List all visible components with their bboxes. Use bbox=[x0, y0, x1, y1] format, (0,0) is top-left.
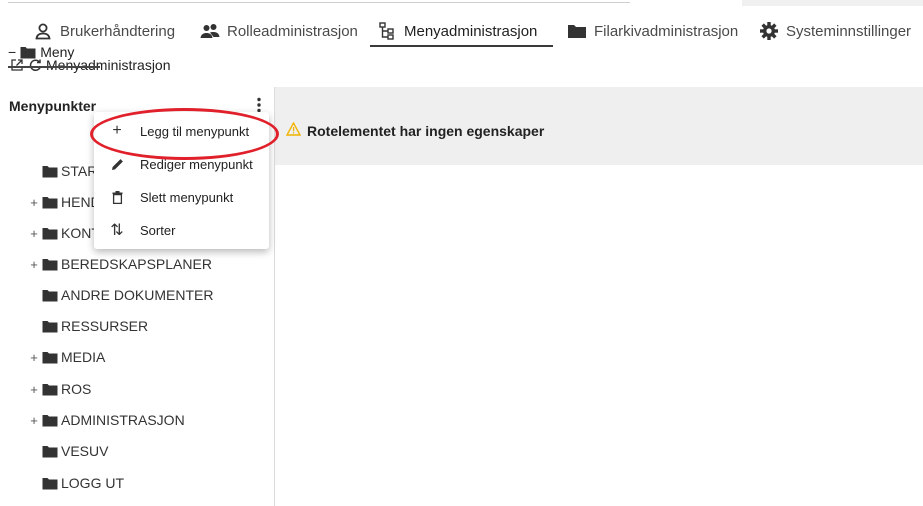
tree-item-label: MEDIA bbox=[61, 349, 106, 365]
top-right-bar bbox=[742, 0, 923, 6]
tree-item-label: ROS bbox=[61, 381, 92, 397]
users-icon bbox=[200, 21, 220, 41]
tab-menyadministrasjon[interactable]: Menyadministrasjon bbox=[377, 18, 537, 44]
menu-item-delete[interactable]: Slett menypunkt bbox=[94, 181, 269, 213]
tree-item[interactable]: VESUV bbox=[29, 440, 108, 462]
collapse-toggle[interactable]: − bbox=[8, 44, 16, 60]
tab-systeminnstillinger[interactable]: Systeminnstillinger bbox=[759, 18, 911, 44]
trash-icon bbox=[108, 190, 126, 204]
folder-icon bbox=[42, 476, 58, 490]
tree-item-label: RESSURSER bbox=[61, 318, 149, 334]
tree-icon bbox=[377, 21, 397, 41]
tree-root-label: Meny bbox=[40, 44, 75, 60]
menu-item-label: Slett menypunkt bbox=[140, 189, 234, 205]
tree-item[interactable]: ANDRE DOKUMENTER bbox=[29, 284, 213, 306]
sort-icon: ⇅ bbox=[110, 222, 124, 239]
folder-icon bbox=[42, 319, 58, 333]
folder-icon bbox=[20, 45, 36, 59]
tab-label: Brukerhåndtering bbox=[60, 22, 176, 40]
tab-label: Rolleadministrasjon bbox=[227, 22, 358, 40]
tree-item-label: LOGG UT bbox=[61, 475, 125, 491]
tab-filarkivadministrasjon[interactable]: Filarkivadministrasjon bbox=[567, 18, 738, 44]
tree-item-label: BEREDSKAPSPLANER bbox=[61, 256, 212, 272]
folder-icon bbox=[42, 350, 58, 364]
folder-icon bbox=[42, 195, 58, 209]
tree-item[interactable]: + BEREDSKAPSPLANER bbox=[29, 253, 212, 275]
tree-item-label: ANDRE DOKUMENTER bbox=[61, 287, 214, 303]
folder-icon bbox=[42, 257, 58, 271]
gear-icon bbox=[759, 21, 779, 41]
plus-icon: + bbox=[112, 122, 122, 139]
folder-icon bbox=[42, 226, 58, 240]
tab-label: Menyadministrasjon bbox=[404, 22, 538, 40]
expand-toggle[interactable]: + bbox=[29, 413, 39, 428]
context-menu: + Legg til menypunkt Rediger menypunkt S… bbox=[94, 112, 269, 249]
main-tabs: Brukerhåndtering Rolleadministrasjon Men… bbox=[0, 18, 923, 47]
properties-message-text: Rotelementet har ingen egenskaper bbox=[307, 122, 545, 139]
folder-icon bbox=[42, 444, 58, 458]
properties-message: Rotelementet har ingen egenskaper bbox=[285, 121, 545, 139]
top-divider bbox=[8, 2, 630, 3]
active-tab-indicator bbox=[370, 45, 553, 47]
expand-toggle[interactable]: + bbox=[29, 382, 39, 397]
tab-label: Filarkivadministrasjon bbox=[594, 22, 739, 40]
expand-toggle[interactable]: + bbox=[29, 350, 39, 365]
menu-item-sort[interactable]: ⇅ Sorter bbox=[94, 214, 269, 246]
tree-root-selected-indicator bbox=[8, 66, 100, 68]
menu-tree-title: Menypunkter bbox=[9, 98, 97, 114]
folder-icon bbox=[42, 288, 58, 302]
tree-item[interactable]: + ROS bbox=[29, 378, 91, 400]
menu-item-add[interactable]: + Legg til menypunkt bbox=[94, 115, 269, 147]
expand-toggle[interactable]: + bbox=[29, 195, 39, 210]
menu-item-label: Legg til menypunkt bbox=[140, 123, 250, 139]
folder-icon bbox=[42, 413, 58, 427]
folder-icon bbox=[42, 164, 58, 178]
tree-item-label: ADMINISTRASJON bbox=[61, 412, 185, 428]
tree-item[interactable]: LOGG UT bbox=[29, 472, 124, 494]
warning-icon bbox=[285, 121, 302, 139]
folder-icon bbox=[567, 21, 587, 41]
tab-label: Systeminnstillinger bbox=[786, 22, 912, 40]
expand-toggle[interactable]: + bbox=[29, 257, 39, 272]
tab-rolleadministrasjon[interactable]: Rolleadministrasjon bbox=[200, 18, 358, 44]
user-icon bbox=[33, 21, 53, 41]
menu-item-edit[interactable]: Rediger menypunkt bbox=[94, 148, 269, 180]
tree-item-label: VESUV bbox=[61, 443, 109, 459]
pencil-icon bbox=[108, 158, 126, 171]
tree-root[interactable]: − Meny bbox=[8, 40, 74, 64]
menu-item-label: Rediger menypunkt bbox=[140, 156, 253, 172]
tree-item[interactable]: + MEDIA bbox=[29, 346, 105, 368]
tree-item[interactable]: + ADMINISTRASJON bbox=[29, 409, 185, 431]
expand-toggle[interactable]: + bbox=[29, 226, 39, 241]
menu-item-label: Sorter bbox=[140, 222, 176, 238]
folder-icon bbox=[42, 382, 58, 396]
tree-item[interactable]: RESSURSER bbox=[29, 315, 148, 337]
